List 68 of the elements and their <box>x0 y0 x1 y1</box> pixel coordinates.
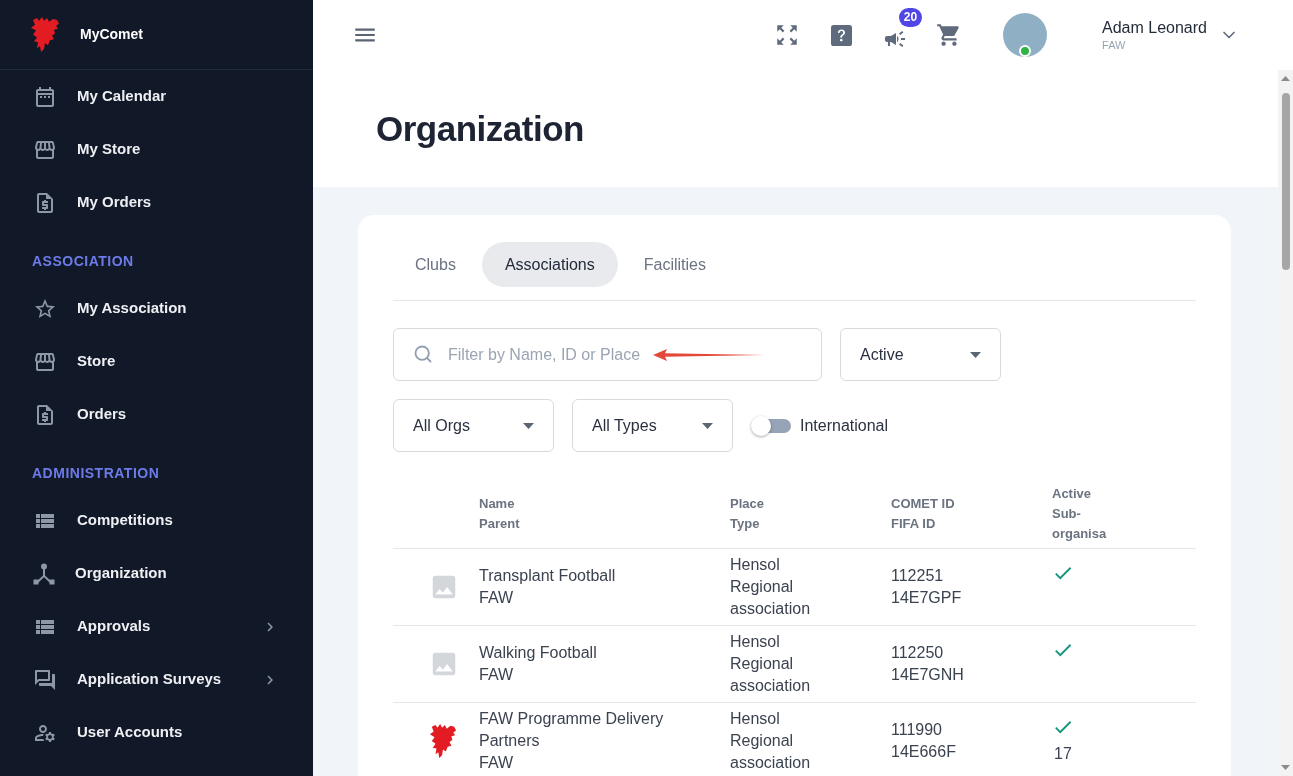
types-dropdown[interactable]: All Types <box>572 399 733 452</box>
place-text: Hensol <box>730 555 780 575</box>
sidebar-item[interactable]: Organization <box>0 547 313 600</box>
column-header: Active <box>1052 485 1092 503</box>
toggle-label: International <box>800 415 889 436</box>
sidebar-item[interactable]: Orders <box>0 388 313 441</box>
column-header: Type <box>730 515 760 533</box>
type-text: Regional association <box>730 577 812 619</box>
parent-name: FAW <box>479 665 514 685</box>
calendar-icon <box>33 84 57 109</box>
org-name[interactable]: Transplant Football <box>479 565 711 587</box>
caret-icon <box>970 351 981 358</box>
avatar[interactable] <box>1003 13 1048 57</box>
tab[interactable]: Facilities <box>621 242 728 287</box>
column-header: FIFA ID <box>891 515 936 533</box>
tab[interactable]: Clubs <box>393 242 478 287</box>
sidebar-item[interactable]: My Calendar <box>0 70 313 123</box>
place-text: Hensol <box>730 632 780 652</box>
section-heading: ADMINISTRATION <box>32 465 160 481</box>
scrollbar-thumb[interactable] <box>1281 93 1290 270</box>
fifa-id: 14E7GNH <box>891 665 964 685</box>
column-header: COMET ID <box>891 495 955 513</box>
column-header: Parent <box>479 515 520 533</box>
fifa-id: 14E7GPF <box>891 588 962 608</box>
comet-id: 111990 <box>891 720 942 740</box>
chat-bubbles-icon <box>33 667 57 692</box>
sidebar-item[interactable]: My Association <box>0 282 313 335</box>
place-text: Hensol <box>730 709 780 729</box>
parent-name: FAW <box>479 753 514 773</box>
org-name[interactable]: Walking Football <box>479 642 711 664</box>
brand-name[interactable]: MyComet <box>80 24 143 45</box>
sidebar-item[interactable]: Store <box>0 335 313 388</box>
search-field[interactable]: Filter by Name, ID or Place <box>393 328 822 381</box>
org-name[interactable]: FAW Programme Delivery Partners <box>479 708 711 752</box>
tab[interactable]: Associations <box>481 242 618 287</box>
sidebar-item[interactable]: My Store <box>0 123 313 176</box>
sidebar-item[interactable]: Application Surveys <box>0 653 313 706</box>
sidebar-item[interactable]: My Orders <box>0 176 313 229</box>
scrollbar[interactable] <box>1278 70 1293 776</box>
international-toggle[interactable] <box>751 414 791 437</box>
sidebar-item[interactable]: Approvals <box>0 600 313 653</box>
dragon-logo-icon <box>30 16 60 53</box>
page-title: Organization <box>376 108 584 151</box>
type-text: Regional association <box>730 654 812 696</box>
type-text: Regional association <box>730 731 812 773</box>
column-header: Sub-organisa <box>1052 505 1108 543</box>
comet-id: 112251 <box>891 566 944 586</box>
help-icon[interactable] <box>830 24 852 46</box>
section-heading: ASSOCIATION <box>32 253 134 269</box>
user-org: FAW <box>1102 38 1127 52</box>
orgs-dropdown[interactable]: All Orgs <box>393 399 554 452</box>
sub-org-count: 17 <box>1053 744 1072 764</box>
parent-name: FAW <box>479 588 514 608</box>
column-header: Place <box>730 495 764 513</box>
fifa-id: 14E666F <box>891 742 956 762</box>
scroll-down-icon[interactable] <box>1281 765 1290 770</box>
user-name[interactable]: Adam Leonard <box>1102 18 1207 38</box>
caret-icon <box>523 422 534 429</box>
search-icon <box>413 344 433 364</box>
scroll-up-icon[interactable] <box>1281 76 1290 81</box>
sidebar-item[interactable]: Competitions <box>0 494 313 547</box>
comet-id: 112250 <box>891 643 944 663</box>
notification-badge: 20 <box>899 8 923 27</box>
hierarchy-icon <box>33 562 55 585</box>
status-dropdown[interactable]: Active <box>840 328 1001 381</box>
column-header: Name <box>479 495 515 513</box>
caret-icon <box>702 422 713 429</box>
sidebar-item[interactable]: User Accounts <box>0 706 313 759</box>
